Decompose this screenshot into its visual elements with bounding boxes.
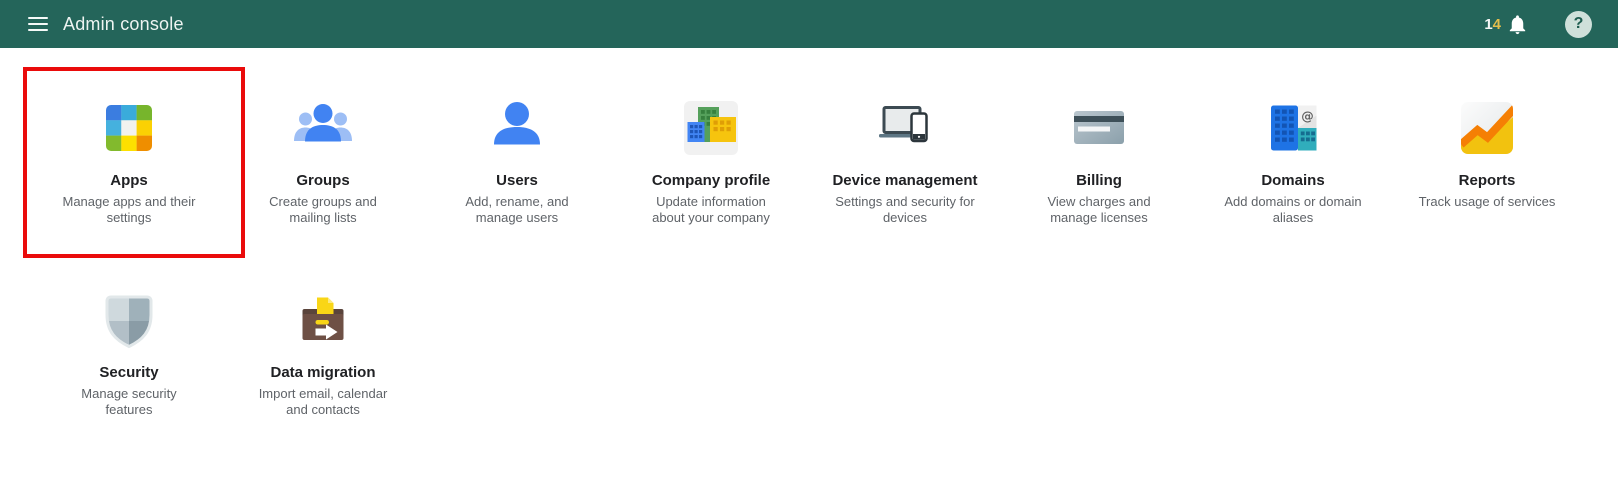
admin-console-screen: Admin console 1 4 ? Apps Manage apps and… — [0, 0, 1618, 478]
tile-description: View charges and manage licenses — [1047, 194, 1151, 225]
main-content: Apps Manage apps and their settings Grou… — [0, 48, 1618, 418]
tile-security[interactable]: Security Manage security features — [32, 290, 226, 418]
migration-box-icon — [293, 290, 353, 350]
tile-description: Import email, calendar and contacts — [258, 386, 388, 417]
tile-company-profile[interactable]: Company profile Update information about… — [614, 98, 808, 226]
tile-title: Billing — [1076, 172, 1122, 189]
groups-people-icon — [293, 98, 353, 158]
bell-icon — [1509, 14, 1526, 34]
shield-icon — [99, 290, 159, 350]
tile-description: Add domains or domain aliases — [1224, 194, 1362, 225]
tile-row-2: Security Manage security features Data m… — [0, 290, 1618, 418]
tile-title: Data migration — [270, 364, 376, 381]
tile-title: Reports — [1458, 172, 1516, 189]
app-bar: Admin console 1 4 ? — [0, 0, 1618, 48]
tile-title: Device management — [832, 172, 978, 189]
apps-grid-icon — [99, 98, 159, 158]
help-button[interactable]: ? — [1565, 10, 1592, 38]
company-buildings-icon — [681, 98, 741, 158]
svg-text:@: @ — [1301, 109, 1314, 124]
domain-building-icon: @ — [1263, 98, 1323, 158]
tile-apps[interactable]: Apps Manage apps and their settings — [32, 98, 226, 226]
tile-description: Create groups and mailing lists — [269, 194, 377, 225]
notification-count-digit: 4 — [1492, 15, 1501, 33]
tile-groups[interactable]: Groups Create groups and mailing lists — [226, 98, 420, 226]
tile-reports[interactable]: Reports Track usage of services — [1390, 98, 1584, 226]
menu-icon[interactable] — [28, 17, 48, 31]
tile-description: Track usage of services — [1418, 194, 1556, 209]
tile-description: Settings and security for devices — [835, 194, 975, 225]
question-mark-icon: ? — [1573, 15, 1584, 32]
tile-users[interactable]: Users Add, rename, and manage users — [420, 98, 614, 226]
tile-description: Update information about your company — [652, 194, 770, 225]
tile-title: Domains — [1261, 172, 1325, 189]
tile-title: Apps — [110, 172, 148, 189]
tile-title: Users — [496, 172, 538, 189]
tile-title: Security — [99, 364, 159, 381]
notification-count: 1 — [1484, 15, 1493, 33]
tile-description: Manage apps and their settings — [62, 194, 196, 225]
tile-title: Company profile — [651, 172, 771, 189]
tile-description: Add, rename, and manage users — [465, 194, 569, 225]
tile-description: Manage security features — [81, 386, 177, 417]
laptop-phone-icon — [875, 98, 935, 158]
app-title: Admin console — [63, 13, 184, 34]
user-person-icon — [487, 98, 547, 158]
notifications-button[interactable]: 1 4 — [1484, 13, 1529, 36]
credit-card-icon — [1069, 98, 1129, 158]
area-chart-icon — [1457, 98, 1517, 158]
tile-title: Groups — [296, 172, 350, 189]
tile-data-migration[interactable]: Data migration Import email, calendar an… — [226, 290, 420, 418]
tile-billing[interactable]: Billing View charges and manage licenses — [1002, 98, 1196, 226]
tile-row-1: Apps Manage apps and their settings Grou… — [0, 98, 1618, 226]
tile-domains[interactable]: @ Domains Add domains or domain aliases — [1196, 98, 1390, 226]
tile-device-management[interactable]: Device management Settings and security … — [808, 98, 1002, 226]
